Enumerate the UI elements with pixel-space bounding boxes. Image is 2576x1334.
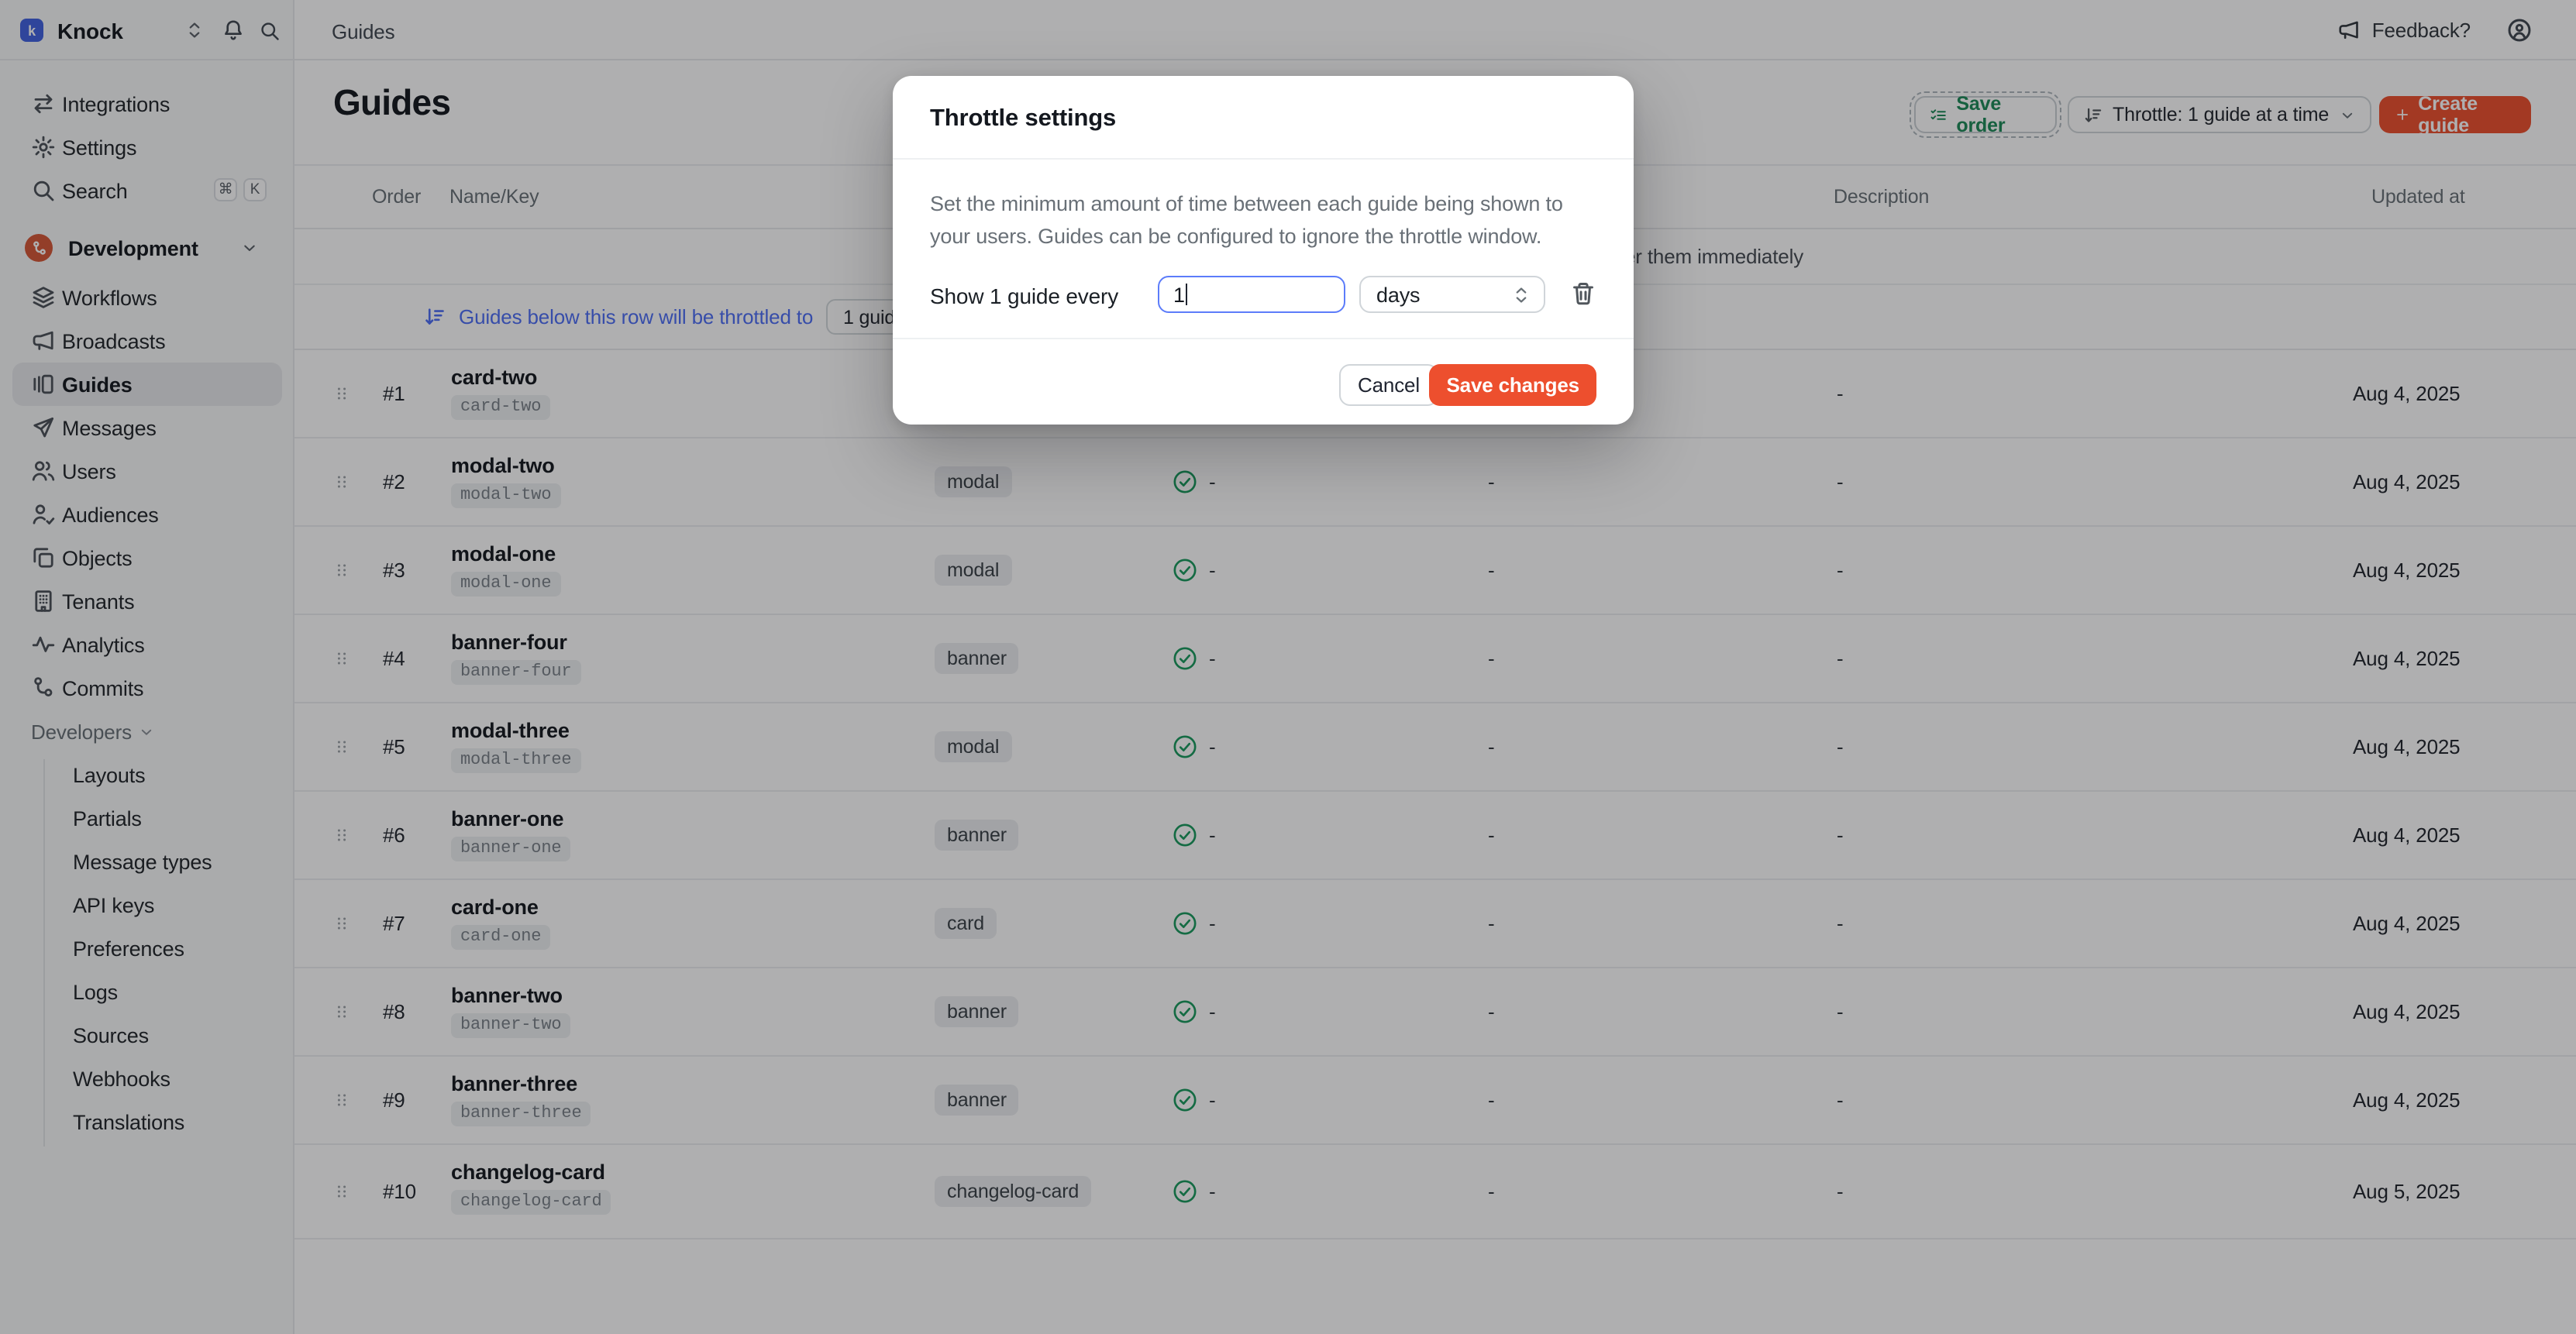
throttle-settings-modal: Throttle settings Set the minimum amount… bbox=[893, 76, 1634, 425]
modal-title: Throttle settings bbox=[930, 105, 1116, 133]
modal-footer: Cancel Save changes bbox=[893, 338, 1634, 425]
save-changes-button[interactable]: Save changes bbox=[1429, 364, 1596, 406]
throttle-unit-select[interactable]: days bbox=[1359, 276, 1545, 313]
throttle-interval-value: 1 bbox=[1173, 283, 1185, 306]
cancel-button[interactable]: Cancel bbox=[1339, 364, 1438, 406]
throttle-row-label: Show 1 guide every bbox=[930, 284, 1118, 308]
modal-header: Throttle settings bbox=[893, 76, 1634, 160]
text-cursor bbox=[1186, 284, 1188, 305]
app-window: k Knock Integrations Settings Search⌘ K … bbox=[0, 0, 2576, 1334]
modal-description: Set the minimum amount of time between e… bbox=[930, 189, 1578, 253]
delete-throttle-icon[interactable] bbox=[1570, 280, 1596, 307]
throttle-interval-input[interactable]: 1 bbox=[1158, 276, 1345, 313]
throttle-unit-value: days bbox=[1376, 283, 1420, 306]
select-stepper-icon bbox=[1511, 284, 1531, 304]
